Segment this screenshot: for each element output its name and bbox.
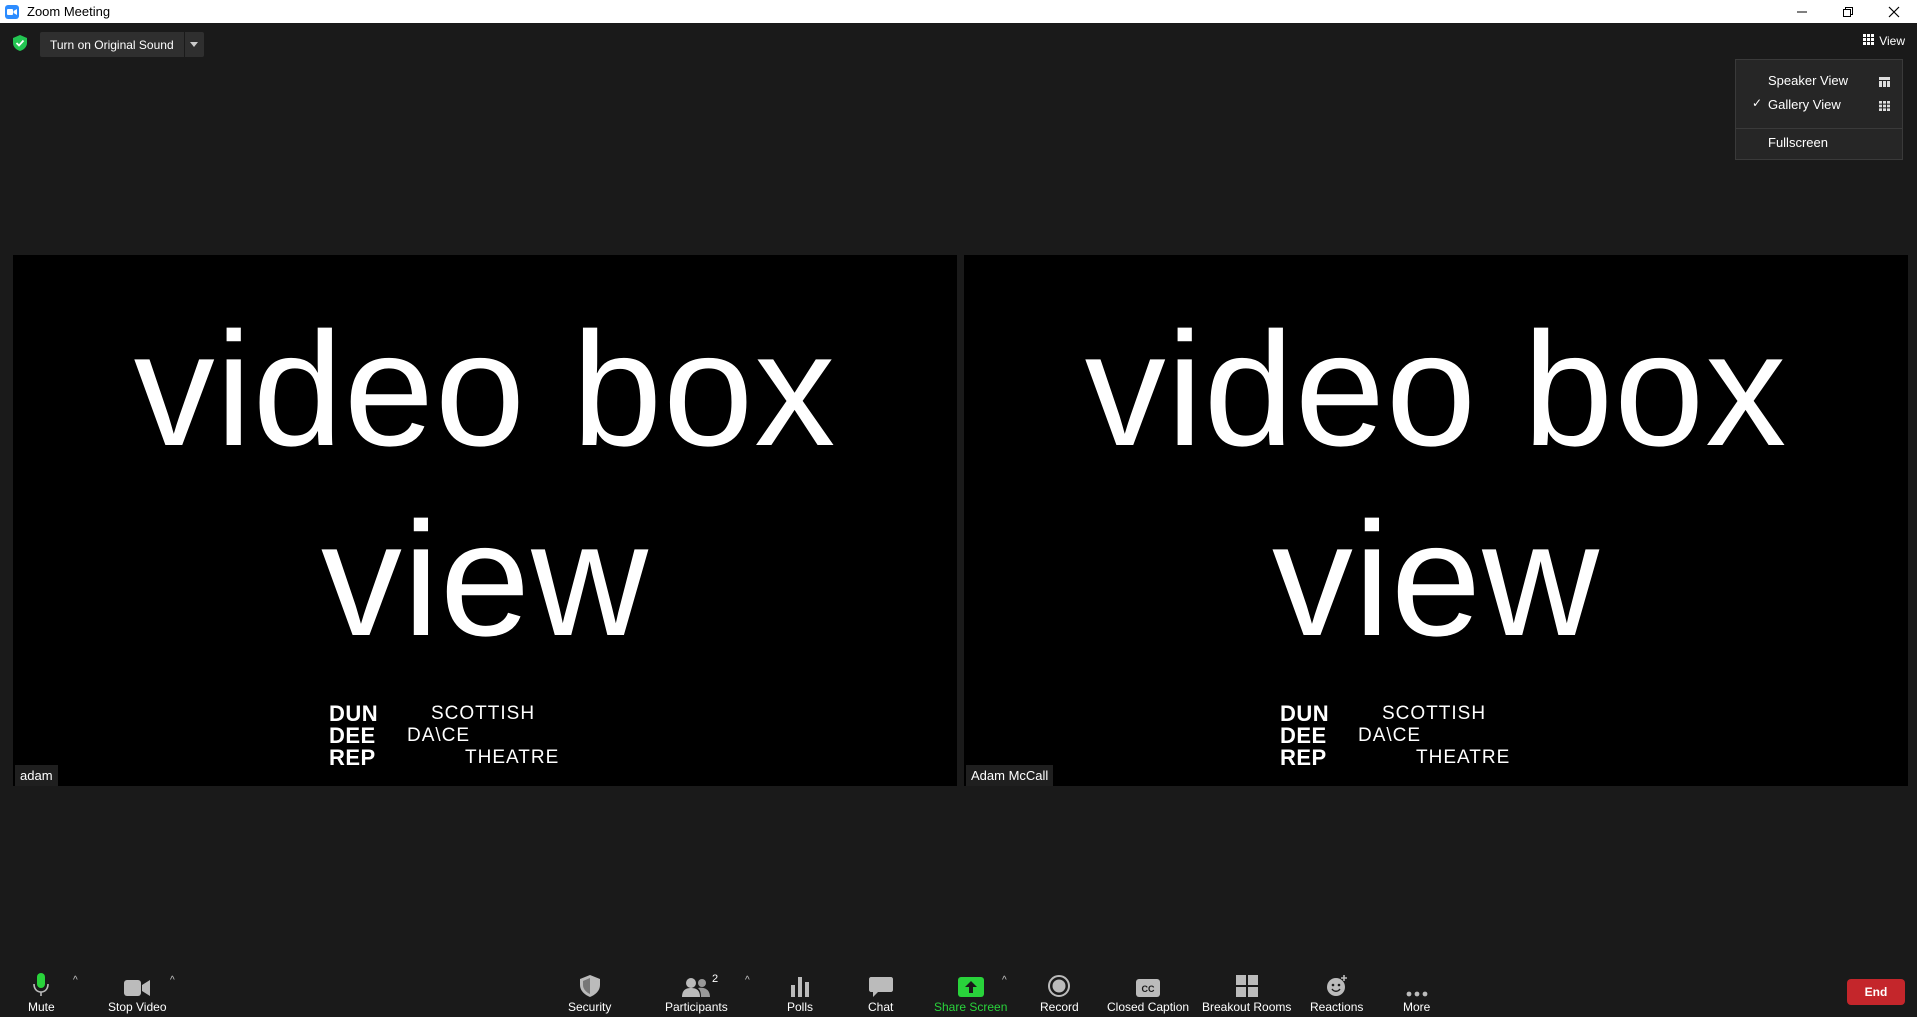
restore-button[interactable] xyxy=(1825,0,1871,23)
reactions-button[interactable]: Reactions xyxy=(1310,971,1363,1014)
logo-right-line: DA\CE xyxy=(407,725,471,746)
logo-left-line: DUN xyxy=(1280,701,1330,726)
participants-button[interactable]: Participants xyxy=(665,971,728,1014)
chat-bubble-icon xyxy=(868,971,893,997)
breakout-rooms-label: Breakout Rooms xyxy=(1202,1000,1292,1014)
share-screen-button[interactable]: Share Screen xyxy=(934,971,1007,1014)
video-tile[interactable]: video box view DUN DEE REP SCOTTISH DA\C… xyxy=(13,255,957,786)
end-meeting-button[interactable]: End xyxy=(1847,979,1905,1005)
chat-label: Chat xyxy=(868,1000,894,1014)
microphone-icon xyxy=(33,971,50,997)
video-camera-icon xyxy=(124,971,151,997)
video-text-line2: view xyxy=(1271,489,1601,670)
window-title: Zoom Meeting xyxy=(27,4,111,19)
video-options-caret-icon[interactable]: ^ xyxy=(170,975,175,986)
closed-caption-button[interactable]: CC Closed Caption xyxy=(1107,971,1189,1014)
participant-name-tag: adam xyxy=(15,765,58,786)
close-button[interactable] xyxy=(1871,0,1917,23)
menu-item-label: Speaker View xyxy=(1768,73,1848,88)
reactions-label: Reactions xyxy=(1310,1000,1364,1014)
logo-right-line: SCOTTISH xyxy=(1382,703,1487,724)
video-text: video box view xyxy=(964,295,1908,675)
security-button[interactable]: Security xyxy=(568,971,611,1014)
menu-item-label: Gallery View xyxy=(1768,97,1841,112)
share-screen-icon xyxy=(957,971,984,997)
dundee-rep-logo: DUN DEE REP SCOTTISH DA\CE THEATRE xyxy=(1280,703,1520,775)
video-text-line1: video box xyxy=(1084,299,1788,480)
participants-count-badge: 2 xyxy=(712,973,719,985)
stop-video-label: Stop Video xyxy=(108,1000,167,1014)
checkmark-icon: ✓ xyxy=(1751,96,1763,110)
polls-button[interactable]: Polls xyxy=(787,971,813,1014)
menu-item-fullscreen[interactable]: Fullscreen xyxy=(1736,130,1902,154)
svg-text:CC: CC xyxy=(1142,984,1155,994)
stop-video-button[interactable]: Stop Video xyxy=(108,971,167,1014)
zoom-app-icon xyxy=(5,4,19,19)
original-sound-button[interactable]: Turn on Original Sound xyxy=(40,32,204,57)
ellipsis-icon xyxy=(1406,971,1428,997)
record-icon xyxy=(1048,971,1071,997)
logo-right-line: SCOTTISH xyxy=(431,703,536,724)
chat-button[interactable]: Chat xyxy=(868,971,893,1014)
polls-label: Polls xyxy=(787,1000,814,1014)
encryption-shield-icon[interactable] xyxy=(13,35,27,51)
breakout-rooms-icon xyxy=(1235,971,1258,997)
video-text-line2: view xyxy=(320,489,650,670)
logo-left-text: DUN DEE REP xyxy=(329,703,378,769)
participants-caret-icon[interactable]: ^ xyxy=(745,975,750,986)
menu-divider xyxy=(1736,128,1902,129)
dundee-rep-logo: DUN DEE REP SCOTTISH DA\CE THEATRE xyxy=(329,703,569,775)
gallery-grid-icon xyxy=(1879,99,1890,114)
more-button[interactable]: More xyxy=(1403,971,1430,1014)
breakout-rooms-button[interactable]: Breakout Rooms xyxy=(1202,971,1291,1014)
record-button[interactable]: Record xyxy=(1040,971,1079,1014)
participant-name-tag: Adam McCall xyxy=(966,765,1054,786)
closed-caption-icon: CC xyxy=(1136,971,1161,997)
meeting-topbar: Turn on Original Sound View xyxy=(0,23,1917,63)
menu-item-label: Fullscreen xyxy=(1768,135,1828,150)
menu-item-speaker-view[interactable]: Speaker View xyxy=(1736,68,1902,92)
logo-left-line: DUN xyxy=(329,701,379,726)
security-label: Security xyxy=(568,1000,612,1014)
audio-options-caret-icon[interactable]: ^ xyxy=(73,975,78,986)
polls-chart-icon xyxy=(791,971,809,997)
record-label: Record xyxy=(1040,1000,1079,1014)
share-options-caret-icon[interactable]: ^ xyxy=(1002,975,1007,986)
mute-button[interactable]: Mute xyxy=(28,971,55,1014)
meeting-toolbar: Mute ^ Stop Video ^ Security Participant… xyxy=(0,955,1917,1017)
video-text: video box view xyxy=(13,295,957,675)
smiley-plus-icon xyxy=(1326,971,1348,997)
view-menu: Speaker View ✓ Gallery View Fullscreen xyxy=(1735,59,1903,160)
logo-left-line: DEE xyxy=(1280,723,1327,748)
logo-left-line: DEE xyxy=(329,723,376,748)
chevron-down-icon[interactable] xyxy=(183,32,204,57)
window-titlebar: Zoom Meeting xyxy=(0,0,1917,23)
logo-left-text: DUN DEE REP xyxy=(1280,703,1329,769)
participants-icon xyxy=(682,971,711,997)
security-shield-icon xyxy=(579,971,600,997)
closed-caption-label: Closed Caption xyxy=(1107,1000,1190,1014)
view-button[interactable]: View xyxy=(1863,34,1905,48)
minimize-button[interactable] xyxy=(1779,0,1825,23)
logo-left-line: REP xyxy=(329,745,376,770)
participants-label: Participants xyxy=(665,1000,728,1014)
speaker-grid-icon xyxy=(1879,75,1890,90)
more-label: More xyxy=(1403,1000,1431,1014)
logo-right-line: THEATRE xyxy=(465,747,560,768)
logo-left-line: REP xyxy=(1280,745,1327,770)
logo-right-line: THEATRE xyxy=(1416,747,1511,768)
video-text-line1: video box xyxy=(133,299,837,480)
grid-icon xyxy=(1863,34,1875,48)
menu-item-gallery-view[interactable]: ✓ Gallery View xyxy=(1736,92,1902,116)
original-sound-label[interactable]: Turn on Original Sound xyxy=(40,32,184,57)
logo-right-line: DA\CE xyxy=(1358,725,1422,746)
mute-label: Mute xyxy=(28,1000,55,1014)
video-tile[interactable]: video box view DUN DEE REP SCOTTISH DA\C… xyxy=(964,255,1908,786)
share-screen-label: Share Screen xyxy=(934,1000,1008,1014)
view-label: View xyxy=(1879,34,1905,48)
